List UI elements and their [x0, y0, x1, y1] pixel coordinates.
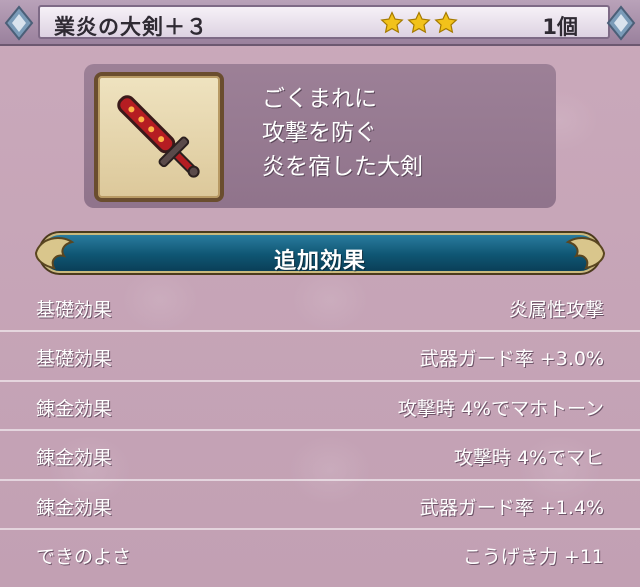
description-line: 攻撃を防ぐ: [262, 120, 377, 146]
effect-row: 基礎効果 炎属性攻撃: [0, 283, 640, 333]
star-icon: [407, 11, 431, 34]
wing-ornament-right-icon: [565, 237, 606, 270]
effect-row: 錬金効果 攻撃時 4%でマホトーン: [0, 382, 640, 432]
banner-bar: 追加効果: [40, 233, 600, 274]
effect-row: できのよさ こうげき力 +11: [0, 530, 640, 579]
ornament-right-icon: [606, 5, 636, 41]
item-title: 業炎の大剣＋３: [54, 15, 208, 39]
item-icon-frame: [94, 72, 224, 202]
effect-row: 基礎効果 武器ガード率 +3.0%: [0, 332, 640, 382]
ornament-left-icon: [4, 5, 34, 41]
effect-value: 武器ガード率 +1.4%: [419, 496, 604, 519]
section-banner: 追加効果: [30, 230, 610, 276]
effect-label: 錬金効果: [36, 397, 113, 420]
effects-list: 基礎効果 炎属性攻撃 基礎効果 武器ガード率 +3.0% 錬金効果 攻撃時 4%…: [0, 283, 640, 579]
wing-ornament-left-icon: [34, 237, 75, 270]
effect-value: 攻撃時 4%でマヒ: [453, 447, 604, 470]
item-description: ごくまれに 攻撃を防ぐ 炎を宿した大剣: [262, 82, 423, 184]
star-icon: [380, 11, 404, 34]
section-title: 追加効果: [273, 249, 366, 274]
rarity-stars: [380, 11, 458, 35]
header-bar: 業炎の大剣＋３ 1個: [0, 0, 640, 46]
effect-value: 攻撃時 4%でマホトーン: [397, 397, 604, 420]
description-line: ごくまれに: [262, 86, 377, 112]
item-count: 1個: [542, 15, 578, 39]
effect-label: 基礎効果: [36, 299, 113, 321]
effect-value: こうげき力 +11: [462, 545, 604, 568]
effect-row: 錬金効果 攻撃時 4%でマヒ: [0, 431, 640, 481]
star-icon: [434, 11, 458, 34]
title-plate: 業炎の大剣＋３ 1個: [38, 5, 610, 39]
effect-row: 錬金効果 武器ガード率 +1.4%: [0, 481, 640, 530]
effect-label: できのよさ: [36, 545, 132, 568]
effect-label: 錬金効果: [36, 496, 113, 519]
effect-value: 炎属性攻撃: [508, 299, 604, 321]
effect-label: 錬金効果: [36, 447, 113, 470]
description-line: 炎を宿した大剣: [262, 154, 423, 180]
sword-icon: [117, 95, 200, 178]
effect-value: 武器ガード率 +3.0%: [419, 348, 604, 371]
effect-label: 基礎効果: [36, 348, 113, 371]
